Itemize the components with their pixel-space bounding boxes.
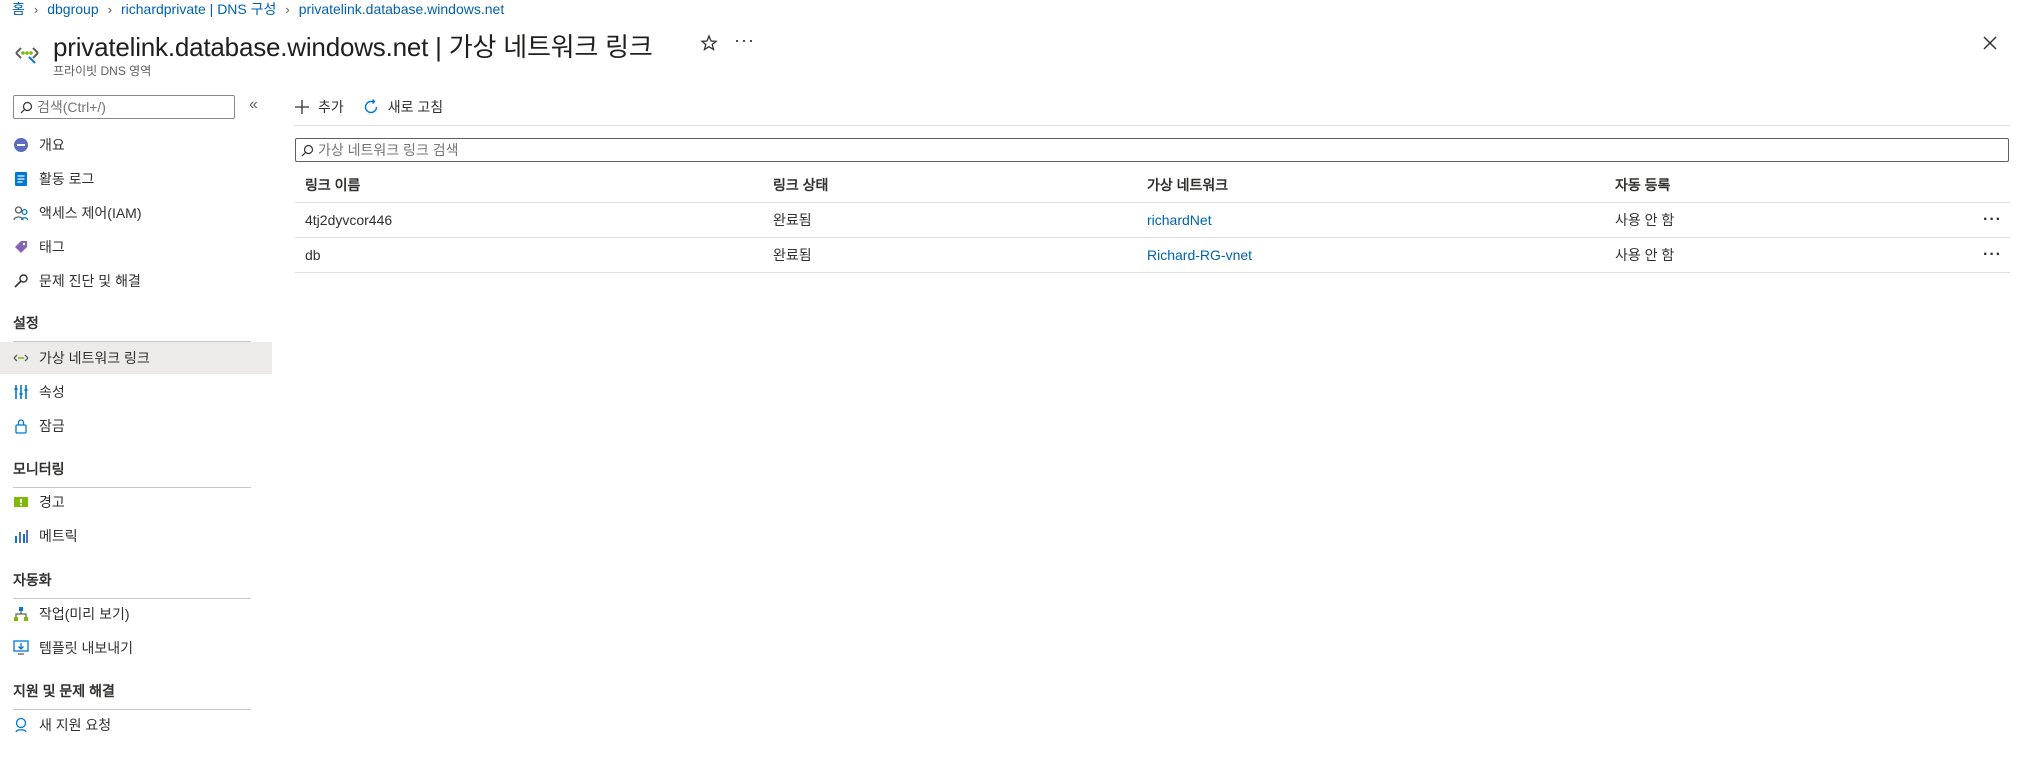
private-dns-zone-icon (15, 47, 39, 64)
page-subtitle: 프라이빗 DNS 영역 (53, 64, 152, 78)
iam-icon (12, 204, 30, 222)
divider (294, 125, 2010, 126)
sidebar-search-input[interactable] (37, 99, 217, 115)
vnet-link-icon (12, 349, 30, 367)
sidebar-search[interactable] (13, 95, 235, 119)
breadcrumb: 홈 › dbgroup › richardprivate | DNS 구성 › … (12, 0, 504, 18)
virtual-network-link[interactable]: richardNet (1147, 203, 1212, 237)
sidebar-item-new-support-request[interactable]: 새 지원 요청 (0, 709, 272, 741)
activity-log-icon (12, 170, 30, 188)
column-header-virtual-network[interactable]: 가상 네트워크 (1147, 168, 1228, 202)
wrench-icon (12, 272, 30, 290)
metrics-icon (12, 527, 30, 545)
collapse-sidebar-icon[interactable]: « (249, 96, 258, 114)
table-header: 링크 이름 링크 상태 가상 네트워크 자동 등록 (295, 168, 2010, 203)
overview-icon (12, 136, 30, 154)
table-row: db 완료됨 Richard-RG-vnet 사용 안 함 ··· (295, 238, 2010, 273)
sidebar-item-activity-log[interactable]: 활동 로그 (0, 163, 272, 195)
sidebar-item-label: 태그 (39, 239, 65, 255)
vnet-link-search[interactable] (295, 138, 2009, 162)
section-automation: 자동화 (13, 570, 251, 599)
alerts-icon (12, 493, 30, 511)
chevron-right-icon: › (33, 1, 39, 17)
section-support: 지원 및 문제 해결 (13, 681, 251, 710)
sidebar-item-label: 새 지원 요청 (39, 717, 112, 733)
sidebar-item-iam[interactable]: 액세스 제어(IAM) (0, 197, 272, 229)
search-icon (20, 101, 33, 113)
sidebar-item-vnet-links[interactable]: 가상 네트워크 링크 (0, 342, 272, 374)
link-status-cell: 완료됨 (773, 212, 812, 228)
sidebar-item-label: 액세스 제어(IAM) (39, 205, 142, 221)
chevron-right-icon: › (107, 1, 112, 17)
more-options-icon[interactable]: ··· (734, 30, 755, 51)
sidebar-item-label: 잠금 (39, 418, 65, 434)
star-icon[interactable] (700, 34, 718, 52)
column-header-link-name[interactable]: 링크 이름 (305, 168, 360, 202)
plus-icon (295, 100, 309, 114)
virtual-network-link[interactable]: Richard-RG-vnet (1147, 238, 1252, 272)
sidebar-item-label: 메트릭 (39, 528, 78, 544)
command-bar: 추가 새로 고침 (294, 96, 461, 118)
tag-icon (12, 238, 30, 256)
auto-registration-cell: 사용 안 함 (1615, 247, 1675, 263)
sidebar-item-label: 경고 (39, 494, 65, 510)
refresh-button-label: 새로 고침 (387, 99, 444, 115)
sidebar-item-diagnose[interactable]: 문제 진단 및 해결 (0, 265, 272, 297)
vnet-links-table: 링크 이름 링크 상태 가상 네트워크 자동 등록 4tj2dyvcor446 … (295, 168, 2010, 273)
section-monitoring: 모니터링 (13, 459, 251, 488)
link-name-cell: db (305, 247, 321, 263)
table-row: 4tj2dyvcor446 완료됨 richardNet 사용 안 함 ··· (295, 203, 2010, 238)
add-button-label: 추가 (318, 99, 344, 115)
properties-icon (12, 383, 30, 401)
link-status-cell: 완료됨 (773, 247, 812, 263)
lock-icon (12, 417, 30, 435)
column-header-auto-registration[interactable]: 자동 등록 (1615, 168, 1670, 202)
vnet-link-search-input[interactable] (318, 142, 1918, 158)
sidebar-item-properties[interactable]: 속성 (0, 376, 272, 408)
link-name-cell: 4tj2dyvcor446 (305, 212, 393, 228)
sidebar-item-label: 가상 네트워크 링크 (39, 350, 150, 366)
sidebar-item-export-template[interactable]: 템플릿 내보내기 (0, 632, 272, 664)
support-request-icon (12, 716, 30, 734)
row-more-options-icon[interactable]: ··· (1983, 238, 2002, 272)
column-header-link-status[interactable]: 링크 상태 (773, 168, 828, 202)
sidebar-item-label: 활동 로그 (39, 171, 95, 187)
sidebar-item-tasks[interactable]: 작업(미리 보기) (0, 598, 272, 630)
refresh-button[interactable]: 새로 고침 (362, 97, 443, 117)
sidebar-item-label: 개요 (39, 137, 65, 153)
sidebar-item-overview[interactable]: 개요 (0, 129, 272, 161)
chevron-right-icon: › (285, 1, 290, 17)
tasks-icon (12, 605, 30, 623)
sidebar-item-label: 작업(미리 보기) (39, 606, 130, 622)
sidebar-item-alerts[interactable]: 경고 (0, 486, 272, 518)
sidebar-item-tags[interactable]: 태그 (0, 231, 272, 263)
search-icon (301, 144, 314, 156)
section-settings: 설정 (13, 313, 251, 342)
row-more-options-icon[interactable]: ··· (1983, 203, 2002, 237)
breadcrumb-home[interactable]: 홈 (12, 0, 25, 19)
breadcrumb-dns-zone[interactable]: privatelink.database.windows.net (299, 1, 504, 17)
breadcrumb-dns-config[interactable]: richardprivate | DNS 구성 (121, 0, 276, 19)
breadcrumb-dbgroup[interactable]: dbgroup (47, 1, 98, 17)
add-button[interactable]: 추가 (294, 97, 344, 117)
close-icon[interactable] (1981, 34, 1999, 52)
sidebar-item-metrics[interactable]: 메트릭 (0, 520, 272, 552)
sidebar-item-label: 문제 진단 및 해결 (39, 273, 141, 289)
refresh-icon (364, 99, 377, 114)
export-template-icon (12, 639, 30, 657)
page-title: privatelink.database.windows.net | 가상 네트… (53, 32, 653, 62)
sidebar-item-label: 템플릿 내보내기 (39, 640, 134, 656)
auto-registration-cell: 사용 안 함 (1615, 212, 1675, 228)
sidebar-item-locks[interactable]: 잠금 (0, 410, 272, 442)
sidebar-item-label: 속성 (39, 384, 65, 400)
